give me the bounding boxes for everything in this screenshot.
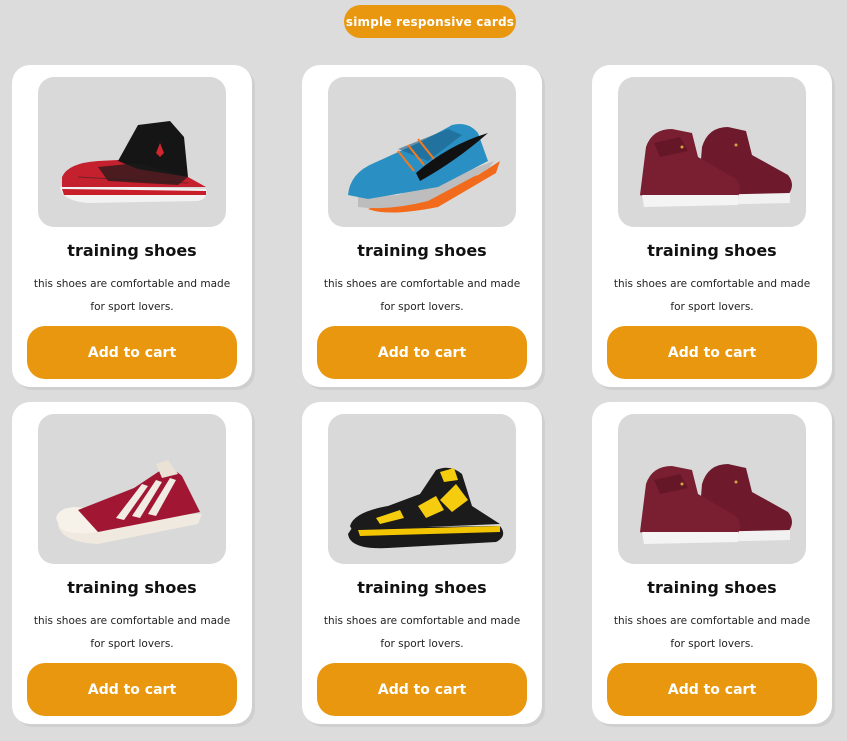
product-image <box>38 77 226 227</box>
card-title: training shoes <box>67 578 197 597</box>
product-image <box>328 77 516 227</box>
product-image <box>618 77 806 227</box>
add-to-cart-button[interactable]: Add to cart <box>27 663 237 716</box>
card-description: this shoes are comfortable and made for … <box>323 278 521 313</box>
card-description: this shoes are comfortable and made for … <box>33 278 231 313</box>
product-card: training shoes this shoes are comfortabl… <box>302 402 542 724</box>
card-title: training shoes <box>67 241 197 260</box>
product-image <box>618 414 806 564</box>
blue-orange-running-shoe-icon <box>348 124 500 213</box>
add-to-cart-button[interactable]: Add to cart <box>317 663 527 716</box>
add-to-cart-button[interactable]: Add to cart <box>27 326 237 379</box>
page-title: simple responsive cards <box>344 5 516 38</box>
product-image <box>38 414 226 564</box>
product-card: training shoes this shoes are comfortabl… <box>302 65 542 387</box>
product-card: training shoes this shoes are comfortabl… <box>12 65 252 387</box>
card-description: this shoes are comfortable and made for … <box>33 615 231 650</box>
card-description: this shoes are comfortable and made for … <box>613 615 811 650</box>
product-card: training shoes this shoes are comfortabl… <box>592 402 832 724</box>
add-to-cart-button[interactable]: Add to cart <box>607 663 817 716</box>
card-title: training shoes <box>647 241 777 260</box>
product-card: training shoes this shoes are comfortabl… <box>592 65 832 387</box>
card-title: training shoes <box>357 578 487 597</box>
card-title: training shoes <box>647 578 777 597</box>
maroon-velvet-high-top-shoes-icon <box>640 127 792 207</box>
product-image <box>328 414 516 564</box>
red-white-stripe-sneaker-icon <box>56 460 202 544</box>
card-description: this shoes are comfortable and made for … <box>613 278 811 313</box>
card-title: training shoes <box>357 241 487 260</box>
black-yellow-high-top-shoe-icon <box>348 467 504 549</box>
card-description: this shoes are comfortable and made for … <box>323 615 521 650</box>
product-card: training shoes this shoes are comfortabl… <box>12 402 252 724</box>
black-red-basketball-shoe-icon <box>60 121 207 203</box>
maroon-velvet-high-top-shoes-icon <box>640 464 792 544</box>
add-to-cart-button[interactable]: Add to cart <box>607 326 817 379</box>
add-to-cart-button[interactable]: Add to cart <box>317 326 527 379</box>
